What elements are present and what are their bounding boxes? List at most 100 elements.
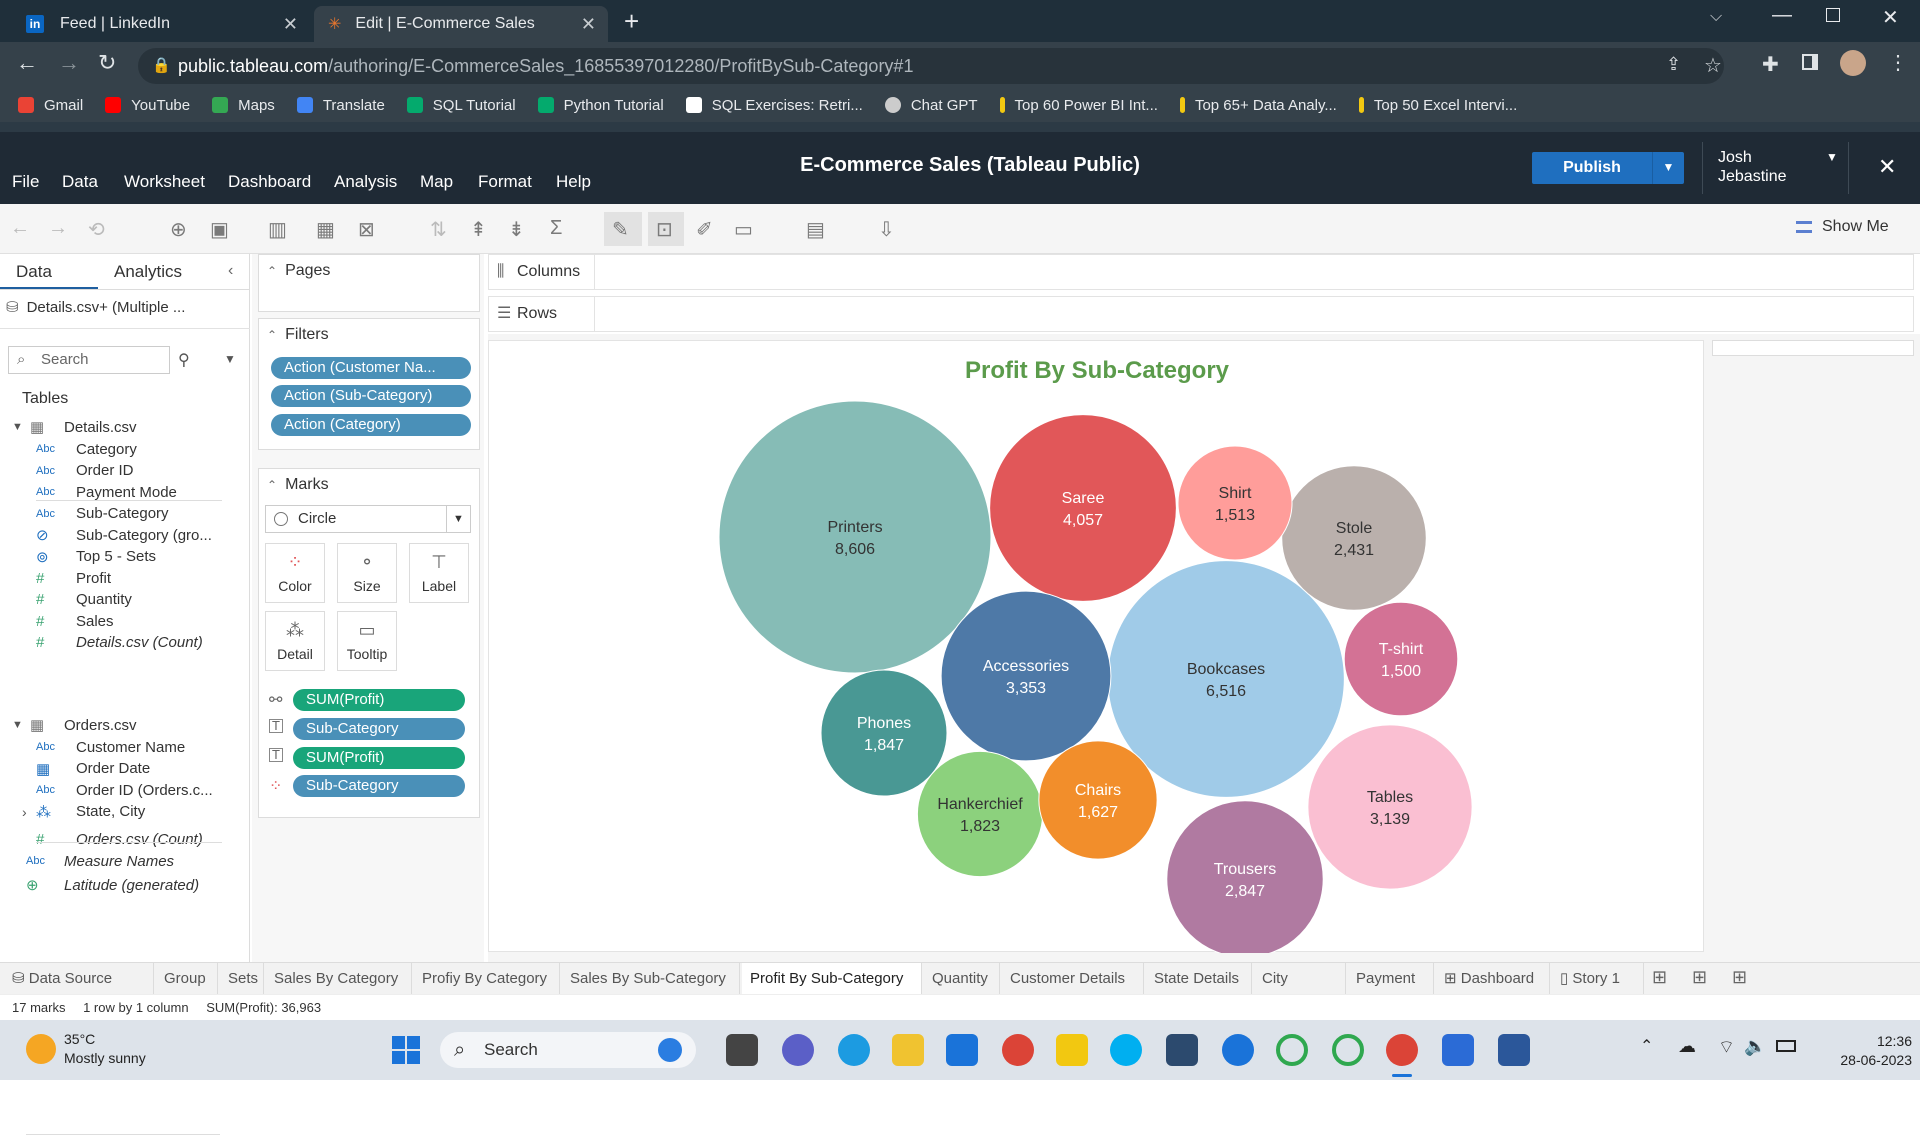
table-details[interactable]: ▼ ▦ Details.csv [0, 416, 137, 438]
publish-button[interactable]: Publish ▼ [1532, 152, 1684, 184]
field-item[interactable]: ▦ Order Date [0, 758, 150, 780]
size-button[interactable]: ⚬ Size [337, 543, 397, 603]
chevron-right-icon[interactable]: › [22, 804, 27, 820]
side-panel-icon[interactable] [1802, 54, 1818, 70]
sheet-tab[interactable]: Quantity [924, 963, 1000, 995]
field-item[interactable]: Abc Order ID (Orders.c... [0, 779, 213, 801]
bubble-printers[interactable] [718, 400, 992, 674]
fit-icon[interactable]: ▭ [734, 217, 753, 242]
close-window-icon[interactable]: ✕ [1882, 5, 1899, 30]
sort-descending-icon[interactable]: ⇟ [508, 217, 525, 242]
url-input[interactable]: 🔒 public.tableau.com/authoring/E-Commerc… [138, 48, 1724, 84]
bookmark-gmail[interactable]: Gmail [18, 97, 83, 114]
tab-search-chevron-icon[interactable]: ⌵ [1710, 8, 1722, 26]
new-data-source-icon[interactable]: ⊕ [170, 217, 187, 242]
field-item[interactable]: Abc Order ID [0, 460, 134, 482]
field-item[interactable]: # Orders.csv (Count) [0, 828, 203, 850]
back-icon[interactable]: ← [16, 50, 38, 76]
tab-data[interactable]: Data [0, 254, 98, 289]
sheet-tab[interactable]: ⊞ Dashboard [1436, 963, 1550, 995]
field-item[interactable]: # Details.csv (Count) [0, 632, 203, 654]
mail-icon[interactable] [946, 1034, 978, 1066]
weather-widget[interactable]: 35°C Mostly sunny [64, 1030, 146, 1068]
weather-icon[interactable] [26, 1034, 56, 1064]
extensions-puzzle-icon[interactable]: ✚ [1762, 52, 1779, 77]
sheet-tab[interactable]: Sales By Category [266, 963, 412, 995]
volume-icon[interactable]: 🔈 [1744, 1036, 1766, 1057]
clock[interactable]: 12:36 28-06-2023 [1816, 1032, 1912, 1070]
sheet-tab[interactable]: Profiy By Category [414, 963, 560, 995]
label-button[interactable]: ⊤ Label [409, 543, 469, 603]
sheet-tab[interactable]: Payment [1348, 963, 1434, 995]
chrome-icon[interactable] [1002, 1034, 1034, 1066]
bubble-saree[interactable] [989, 414, 1177, 602]
swap-icon[interactable]: ⇅ [430, 217, 447, 242]
browser-tab-linkedin[interactable]: in Feed | LinkedIn ✕ [12, 6, 310, 42]
bubble-shirt[interactable] [1177, 445, 1293, 561]
sheet-tab[interactable]: State Details [1146, 963, 1252, 995]
field-item[interactable]: ⁂ State, City › [0, 801, 145, 823]
field-item[interactable]: Abc Sub-Category [0, 503, 169, 525]
bookmark-sql-tutorial[interactable]: SQL Tutorial [406, 97, 516, 114]
forward-icon[interactable]: → [58, 50, 80, 76]
presentation-mode-icon[interactable]: ▤ [806, 217, 825, 242]
field-item[interactable]: Abc Measure Names [0, 850, 174, 872]
rows-shelf[interactable]: ☰ Rows [488, 296, 1914, 332]
new-worksheet-icon[interactable]: ▥ [268, 217, 287, 242]
user-menu[interactable]: Josh Jebastine [1718, 148, 1787, 186]
undo-icon[interactable]: ← [10, 217, 30, 240]
field-item[interactable]: Abc Customer Name [0, 736, 185, 758]
bookmark-data-analyst[interactable]: Top 65+ Data Analy... [1179, 97, 1337, 114]
field-item[interactable]: # Sales [0, 610, 114, 632]
edge-icon[interactable] [838, 1034, 870, 1066]
sort-ascending-icon[interactable]: ⇞ [470, 217, 487, 242]
field-item[interactable]: ⊘ Sub-Category (gro... [0, 524, 212, 546]
filter-pill[interactable]: Action (Sub-Category) [271, 385, 471, 407]
tab-analytics[interactable]: Analytics [98, 254, 238, 289]
new-story-icon[interactable]: ⊞ [1732, 967, 1747, 988]
chevron-down-icon[interactable]: ▼ [1826, 150, 1838, 164]
bubble-stole[interactable] [1281, 465, 1427, 611]
bubble-hankerchief[interactable] [916, 750, 1044, 878]
sheet-tab[interactable]: Sales By Sub-Category [562, 963, 740, 995]
close-tab-icon[interactable]: ✕ [283, 14, 298, 35]
replay-icon[interactable]: ⟲ [88, 217, 105, 242]
file-explorer-icon[interactable] [892, 1034, 924, 1066]
mark-pill-label[interactable]: Sub-Category [293, 718, 465, 740]
mark-pill-size[interactable]: SUM(Profit) [293, 689, 465, 711]
sheet-tab[interactable]: Group [156, 963, 218, 995]
maximize-icon[interactable] [1826, 8, 1840, 22]
task-view-icon[interactable] [726, 1034, 758, 1066]
chevron-up-icon[interactable]: ⌃ [1640, 1036, 1653, 1056]
bookmark-python-tutorial[interactable]: Python Tutorial [537, 97, 664, 114]
word-icon[interactable] [1498, 1034, 1530, 1066]
tooltip-button[interactable]: ▭ Tooltip [337, 611, 397, 671]
filter-pill[interactable]: Action (Category) [271, 414, 471, 436]
bookmark-translate[interactable]: Translate [296, 97, 385, 114]
columns-shelf[interactable]: ⫼ Columns [488, 254, 1914, 290]
taskbar-search[interactable]: ⌕ Search [440, 1032, 696, 1068]
battery-icon[interactable] [1776, 1040, 1796, 1052]
detail-button[interactable]: ⁂ Detail [265, 611, 325, 671]
bookmark-youtube[interactable]: YouTube [105, 97, 190, 114]
bookmark-sql-exercises[interactable]: SQL Exercises: Retri... [685, 97, 863, 114]
field-item[interactable]: ⊚ Top 5 - Sets [0, 546, 156, 568]
reload-icon[interactable]: ↻ [98, 50, 116, 76]
bubble-tables[interactable] [1307, 724, 1473, 890]
notepad-icon[interactable] [1442, 1034, 1474, 1066]
bubble-phones[interactable] [820, 669, 948, 797]
close-tab-icon[interactable]: ✕ [581, 14, 596, 35]
bookmark-excel[interactable]: Top 50 Excel Intervi... [1358, 97, 1517, 114]
chevron-down-icon[interactable]: ▼ [224, 352, 236, 366]
field-item[interactable]: # Profit [0, 567, 111, 589]
filter-icon[interactable]: ⚲ [178, 350, 190, 370]
sheet-tab[interactable]: ▯ Story 1 [1552, 963, 1644, 995]
help-icon[interactable] [1222, 1034, 1254, 1066]
data-source-selector[interactable]: ⛁ Details.csv+ (Multiple ... [6, 298, 185, 317]
field-search-input[interactable]: ⌕ Search [8, 346, 170, 374]
show-me-button[interactable]: Show Me [1796, 218, 1889, 236]
collapse-pane-icon[interactable]: ‹ [228, 262, 233, 280]
windows-start-icon[interactable] [392, 1036, 420, 1064]
pause-updates-icon[interactable]: ▣ [210, 217, 229, 242]
field-item[interactable]: # Quantity [0, 589, 132, 611]
